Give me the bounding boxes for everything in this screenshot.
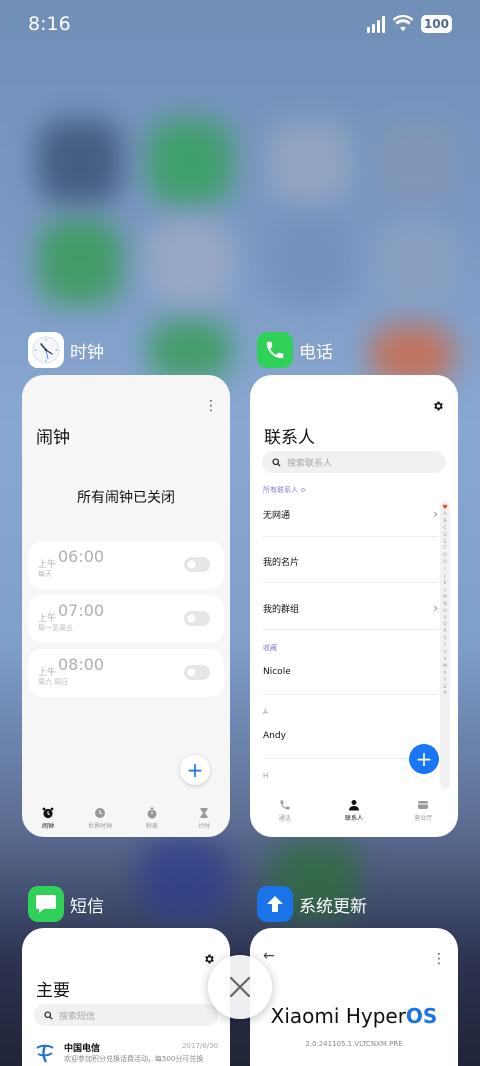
- app-label-messages[interactable]: 短信: [28, 886, 104, 922]
- wifi-icon: [392, 15, 414, 32]
- list-item[interactable]: 我的名片: [263, 555, 438, 568]
- recent-card-clock[interactable]: ⋮ 闹钟 所有闹钟已关闭 上午 06:00 每天 上午 07:00 周一至周五 …: [22, 375, 230, 837]
- app-label-clock[interactable]: 时钟: [28, 332, 104, 368]
- alarm-repeat: 每天: [38, 570, 52, 578]
- conversation-item[interactable]: 中国电信 2017/6/30 欢迎参加积分兑换话费活动，每500分可兑换: [34, 1040, 218, 1066]
- alarm-time: 08:00: [58, 655, 105, 674]
- chevron-right-icon: ›: [433, 601, 438, 615]
- alarm-time: 07:00: [58, 601, 105, 620]
- status-time: 8:16: [28, 13, 71, 35]
- tab-world-clock[interactable]: 世界时钟: [74, 807, 126, 830]
- app-name-system-update: 系统更新: [299, 896, 367, 917]
- search-icon: [44, 1010, 53, 1020]
- contact-row[interactable]: Andy: [263, 731, 438, 741]
- tab-service-hall[interactable]: 营业厅: [389, 799, 458, 822]
- status-bar: 8:16 100: [0, 0, 480, 50]
- os-logo: Xiaomi HyperOS: [270, 1004, 438, 1028]
- alarm-item[interactable]: 上午 06:00 每天: [28, 541, 224, 589]
- tab-alarm[interactable]: 闹钟: [22, 807, 74, 830]
- system-update-app-icon: [257, 886, 293, 922]
- search-icon: [272, 457, 281, 467]
- alarms-off-message: 所有闹钟已关闭: [77, 490, 175, 506]
- add-contact-button[interactable]: +: [409, 744, 439, 774]
- app-name-clock: 时钟: [70, 342, 104, 363]
- world-clock-icon: [95, 808, 105, 818]
- favorites-section-header: 收藏: [263, 644, 277, 652]
- hourglass-icon: [200, 808, 208, 818]
- phone-app-icon: [257, 332, 293, 368]
- person-icon: [348, 800, 359, 811]
- chevron-right-icon: ›: [433, 507, 438, 521]
- alarm-toggle[interactable]: [184, 557, 210, 572]
- conversation-preview: 欢迎参加积分兑换话费活动，每500分可兑换: [64, 1055, 204, 1063]
- phone-tab-bar: 通话 联系人 营业厅: [250, 799, 458, 822]
- section-letter: H: [263, 772, 269, 780]
- conversation-date: 2017/6/30: [182, 1042, 218, 1050]
- alarm-repeat: 周一至周五: [38, 624, 73, 632]
- recent-card-messages[interactable]: 主要 搜索短信 中国电信 2017/6/30 欢迎参加积分兑换话费活动，每500…: [22, 928, 230, 1066]
- conversation-sender: 中国电信: [64, 1044, 101, 1054]
- alarm-toggle[interactable]: [184, 611, 210, 626]
- clock-tab-bar: 闹钟 世界时钟 秒表 计时: [22, 807, 230, 830]
- app-label-phone[interactable]: 电话: [257, 332, 333, 368]
- tab-timer[interactable]: 计时: [178, 807, 230, 830]
- contact-row[interactable]: Nicole: [263, 667, 438, 677]
- alarm-clock-icon: [42, 807, 54, 819]
- section-letter: A: [263, 708, 268, 716]
- alarm-time: 06:00: [58, 547, 105, 566]
- add-alarm-button[interactable]: +: [180, 755, 210, 785]
- app-name-phone: 电话: [299, 342, 333, 363]
- alarm-toggle[interactable]: [184, 665, 210, 680]
- alarm-item[interactable]: 上午 07:00 周一至周五: [28, 595, 224, 643]
- close-icon: [229, 976, 251, 998]
- settings-gear-icon[interactable]: [203, 953, 215, 965]
- messages-app-icon: [28, 886, 64, 922]
- china-telecom-logo-icon: [36, 1044, 54, 1063]
- more-options-icon[interactable]: ⋮: [204, 399, 218, 413]
- contacts-filter-dropdown[interactable]: 所有联系人 ≎: [263, 485, 306, 495]
- os-version: 2.0.241105.1.VLTCNXM.PRE: [305, 1040, 403, 1048]
- clear-all-button[interactable]: [208, 955, 272, 1019]
- battery-icon: 100: [420, 15, 452, 33]
- tab-contacts[interactable]: 联系人: [319, 799, 388, 822]
- contacts-page-title: 联系人: [264, 428, 315, 448]
- messages-page-title: 主要: [36, 981, 70, 1001]
- messages-search-input[interactable]: 搜索短信: [34, 1004, 218, 1026]
- phone-call-icon: [280, 800, 290, 810]
- alarm-item[interactable]: 上午 08:00 周六 周日: [28, 649, 224, 697]
- tab-stopwatch[interactable]: 秒表: [126, 807, 178, 830]
- contacts-search-input[interactable]: 搜索联系人: [262, 451, 446, 473]
- clock-page-title: 闹钟: [36, 428, 70, 448]
- list-item[interactable]: 无网通 ›: [263, 507, 438, 521]
- recent-card-phone[interactable]: 联系人 搜索联系人 所有联系人 ≎ 无网通 › 我的名片 我的群组 › 收藏 N…: [250, 375, 458, 837]
- recent-card-system-update[interactable]: ← ⋮ Xiaomi HyperOS 2.0.241105.1.VLTCNXM.…: [250, 928, 458, 1066]
- alphabet-index-scrollbar[interactable]: ♥ AB CD EF GH IJ KL MN OP QR ST UV WX YZ…: [440, 501, 450, 789]
- alarm-repeat: 周六 周日: [38, 678, 69, 686]
- clock-app-icon: [28, 332, 64, 368]
- back-arrow-icon[interactable]: ←: [263, 948, 275, 964]
- settings-gear-icon[interactable]: [432, 400, 444, 412]
- list-item[interactable]: 我的群组 ›: [263, 601, 438, 615]
- signal-icon: [366, 15, 385, 33]
- app-name-messages: 短信: [70, 896, 104, 917]
- more-options-icon[interactable]: ⋮: [432, 952, 446, 966]
- service-hall-icon: [418, 801, 429, 809]
- tab-calls[interactable]: 通话: [250, 799, 319, 822]
- stopwatch-icon: [147, 807, 157, 819]
- app-label-system-update[interactable]: 系统更新: [257, 886, 367, 922]
